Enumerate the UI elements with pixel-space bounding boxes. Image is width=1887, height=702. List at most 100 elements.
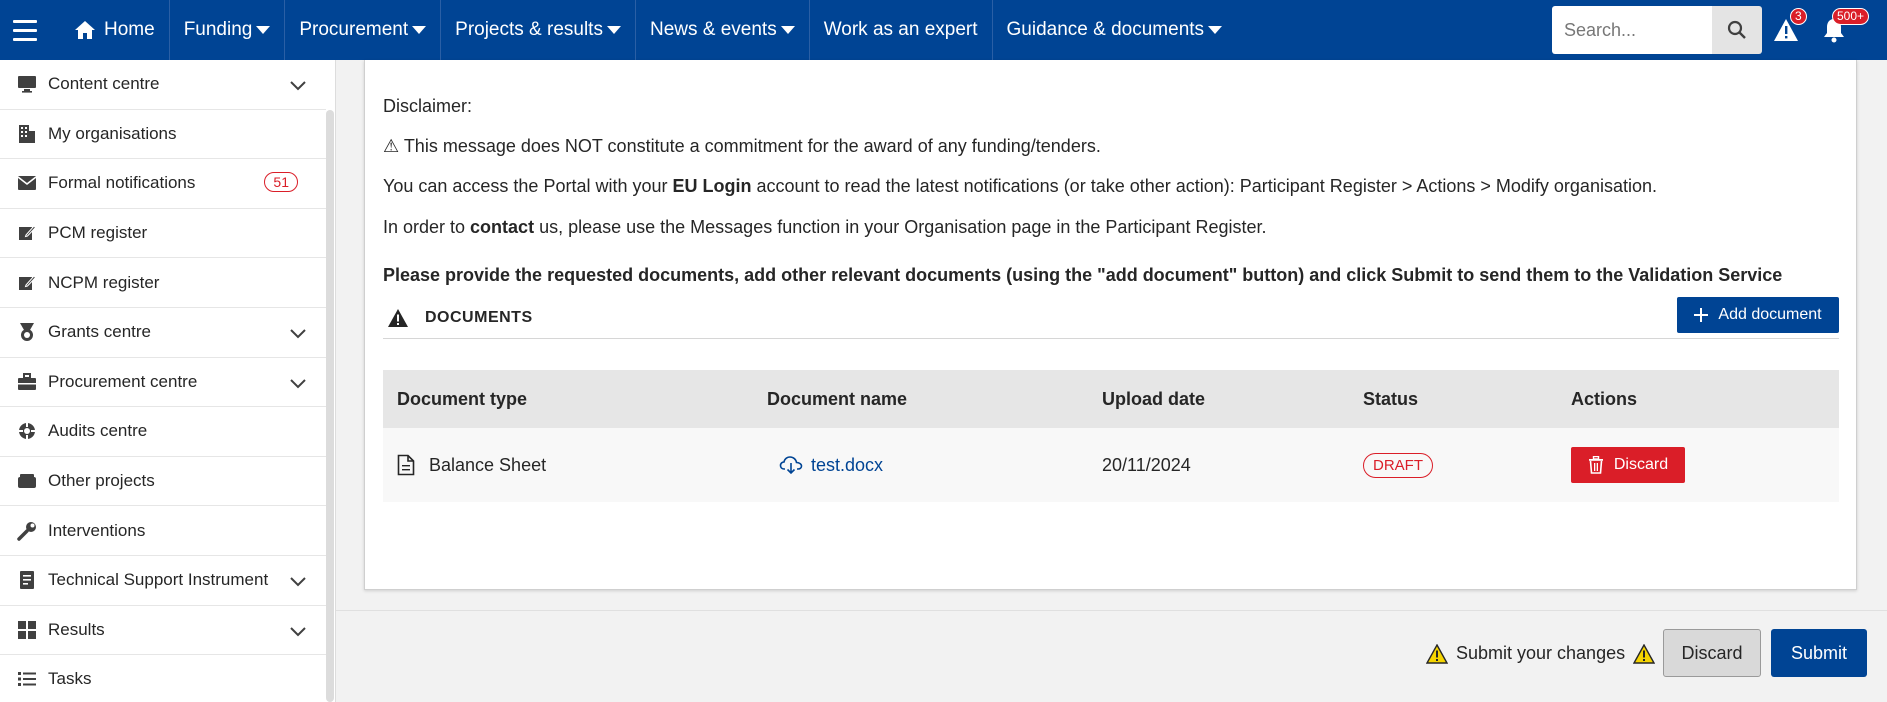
warning-triangle-icon (1633, 643, 1656, 664)
nav-news-label: News & events (649, 19, 777, 40)
search-box (1552, 6, 1762, 54)
nav-news-events[interactable]: News & events (636, 0, 810, 60)
caret-down-icon (256, 26, 271, 34)
cloud-download-icon (779, 456, 803, 475)
portal-text-start: You can access the Portal with your (383, 176, 673, 196)
nav-home[interactable]: Home (50, 0, 170, 60)
contact-bold-text: contact (470, 217, 535, 237)
documents-label: DOCUMENTS (425, 308, 533, 326)
sidebar-item-label: Procurement centre (48, 371, 198, 391)
chevron-down-icon[interactable] (290, 324, 306, 344)
medal-icon (16, 321, 38, 343)
nav-projects-label: Projects & results (455, 19, 603, 40)
chevron-down-icon[interactable] (290, 622, 306, 642)
submit-button[interactable]: Submit (1771, 629, 1867, 677)
sidebar-item-content-centre[interactable]: Content centre (0, 60, 326, 110)
nav-procurement-label: Procurement (299, 19, 409, 40)
chevron-down-icon[interactable] (290, 76, 306, 96)
briefcase-icon (16, 371, 38, 393)
sidebar-item-tasks[interactable]: Tasks (0, 655, 326, 702)
document-type-text: Balance Sheet (429, 454, 547, 475)
sidebar-item-label: Interventions (48, 520, 146, 540)
sidebar-item-audits-centre[interactable]: Audits centre (0, 407, 326, 457)
search-input[interactable] (1552, 6, 1712, 54)
add-document-label: Add document (1718, 306, 1822, 323)
document-download-link[interactable]: test.docx (811, 455, 883, 476)
building-icon (16, 123, 38, 145)
envelope-icon (16, 172, 38, 194)
discard-button[interactable]: Discard (1663, 629, 1761, 677)
monitor-icon (16, 73, 38, 95)
column-header-upload-date: Upload date (1088, 370, 1349, 428)
upload-date-cell: 20/11/2024 (1088, 428, 1349, 502)
sidebar-item-label: Tasks (48, 669, 92, 689)
nav-home-label: Home (104, 19, 155, 40)
disclaimer-heading: Disclaimer: (383, 96, 473, 116)
sidebar-item-label: NCPM register (48, 272, 160, 292)
box-icon (16, 470, 38, 492)
column-header-document-name: Document name (753, 370, 1088, 428)
sidebar-item-pcm-register[interactable]: PCM register (0, 209, 326, 259)
sidebar-item-label: Grants centre (48, 322, 151, 342)
nav-funding[interactable]: Funding (170, 0, 286, 60)
alerts-button[interactable]: 3 (1770, 8, 1807, 46)
edit-icon (16, 222, 38, 244)
column-header-document-type: Document type (383, 370, 753, 428)
sidebar-item-label: Content centre (48, 74, 160, 94)
sidebar-item-procurement-centre[interactable]: Procurement centre (0, 358, 326, 408)
add-document-button[interactable]: Add document (1677, 297, 1839, 333)
top-navigation: Home Funding Procurement Projects & resu… (0, 0, 1887, 60)
warning-triangle-icon (1426, 643, 1448, 664)
discard-document-button[interactable]: Discard (1571, 447, 1685, 483)
instruction-text: Please provide the requested documents, … (383, 265, 1783, 285)
documents-section-header: DOCUMENTS Add document (383, 297, 1839, 339)
sidebar-item-label: Technical Support Instrument (48, 570, 269, 590)
sidebar: Content centre My organisations Formal n… (0, 60, 336, 702)
sidebar-item-my-organisations[interactable]: My organisations (0, 110, 326, 160)
sidebar-item-label: My organisations (48, 123, 177, 143)
sidebar-item-grants-centre[interactable]: Grants centre (0, 308, 326, 358)
menu-icon[interactable] (0, 0, 50, 60)
sidebar-item-results[interactable]: Results (0, 606, 326, 656)
portal-text-end: account to read the latest notifications… (751, 176, 1657, 196)
actions-cell: Discard (1557, 428, 1839, 502)
notifications-button[interactable]: 500+ (1818, 8, 1870, 46)
nav-procurement[interactable]: Procurement (285, 0, 442, 60)
plus-icon (1694, 308, 1709, 322)
nav-work-as-expert[interactable]: Work as an expert (810, 0, 993, 60)
portal-access-text: You can access the Portal with your EU L… (383, 176, 1657, 197)
nav-work-label: Work as an expert (823, 19, 978, 40)
search-button[interactable] (1712, 6, 1762, 54)
sidebar-item-other-projects[interactable]: Other projects (0, 457, 326, 507)
audit-icon (16, 420, 38, 442)
contact-text-start: In order to (383, 217, 471, 237)
sidebar-item-ncpm-register[interactable]: NCPM register (0, 258, 326, 308)
nav-guidance-documents[interactable]: Guidance & documents (993, 0, 1237, 60)
notification-count-badge: 51 (264, 172, 298, 193)
eu-login-text: EU Login (672, 176, 752, 196)
contact-text-end: us, please use the Messages function in … (534, 217, 1267, 237)
chevron-down-icon[interactable] (290, 572, 306, 592)
nav-projects-results[interactable]: Projects & results (441, 0, 636, 60)
sidebar-scrollbar[interactable] (326, 110, 334, 702)
document-type-cell: Balance Sheet (383, 428, 753, 502)
sidebar-item-label: Other projects (48, 471, 155, 491)
disclaimer-warning: ⚠ This message does NOT constitute a com… (383, 136, 1101, 156)
table-row: Balance Sheet test.docx 20/11/2024 DRAFT (383, 428, 1839, 502)
alerts-badge: 3 (1790, 8, 1807, 25)
caret-down-icon (412, 26, 427, 34)
sidebar-item-technical-support-instrument[interactable]: Technical Support Instrument (0, 556, 326, 606)
edit-icon (16, 272, 38, 294)
status-cell: DRAFT (1349, 428, 1557, 502)
sidebar-item-label: Results (48, 619, 105, 639)
chevron-down-icon[interactable] (290, 374, 306, 394)
trash-icon (1588, 456, 1603, 474)
warning-triangle-icon (388, 308, 408, 327)
search-icon (1727, 20, 1746, 39)
wrench-icon (16, 520, 38, 542)
sidebar-item-interventions[interactable]: Interventions (0, 506, 326, 556)
sidebar-item-label: Formal notifications (48, 173, 196, 193)
sidebar-item-formal-notifications[interactable]: Formal notifications 51 (0, 159, 326, 209)
list-icon (16, 668, 38, 690)
discard-label: Discard (1613, 456, 1669, 473)
